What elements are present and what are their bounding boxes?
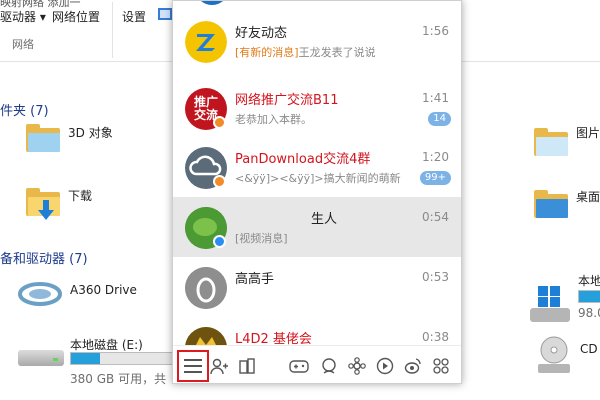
chat-name: L4D2 基佬会	[235, 332, 312, 345]
main-menu-button[interactable]	[177, 350, 209, 382]
system-properties-icon[interactable]	[158, 8, 172, 20]
drive-label: CD 驱	[580, 341, 600, 356]
weibo-icon[interactable]	[403, 356, 423, 376]
chat-name: 好友动态	[235, 26, 288, 41]
folder-label: 下载	[68, 188, 93, 203]
recent-chat-list[interactable]: 好友动态 [有新的消息]王龙发表了说说 1:56 推广 交流 网络推广交流B11 …	[173, 1, 461, 345]
ribbon-divider	[112, 2, 113, 58]
contact-badge-icon	[213, 235, 226, 248]
chat-item-pandownload-group[interactable]: PanDownload交流4群 <&ÿÿ]><&ÿÿ]>搞大新闻的萌新 1:20…	[173, 137, 461, 197]
chat-time: 1:56	[422, 24, 449, 38]
drives-section-header[interactable]: 备和驱动器 (7)	[0, 248, 88, 267]
settings-button[interactable]: 设置	[122, 8, 146, 25]
unread-count-badge: 14	[428, 112, 451, 126]
video-icon[interactable]	[375, 356, 395, 376]
group-badge-icon	[213, 116, 226, 129]
group-badge-icon	[213, 175, 226, 188]
app-grid-icon[interactable]	[431, 356, 451, 376]
qq-bottom-toolbar	[173, 345, 461, 383]
drive-label: 本地磁盘 (E:)	[70, 338, 143, 352]
drive-local-e[interactable]	[18, 344, 64, 366]
chat-item-gaogaoshou[interactable]: 高高手 0:53	[173, 257, 461, 317]
add-contact-icon[interactable]	[209, 356, 229, 376]
folder-3d-objects[interactable]: 3D 对象	[26, 124, 113, 152]
avatar[interactable]	[195, 1, 229, 5]
drive-usage-fill	[71, 353, 100, 364]
folder-label: 桌面	[576, 189, 600, 204]
drive-a360[interactable]: A360 Drive	[18, 276, 137, 312]
chat-time: 1:20	[422, 150, 449, 164]
folders-section-header[interactable]: 件夹 (7)	[0, 100, 49, 119]
chat-item-friends-feed[interactable]: 好友动态 [有新的消息]王龙发表了说说 1:56	[173, 11, 461, 71]
chat-time: 0:38	[422, 330, 449, 344]
folder-downloads[interactable]: 下载	[26, 188, 93, 220]
avatar	[185, 267, 227, 309]
chat-item-l4d2-group[interactable]: L4D2 基佬会 0:38	[173, 317, 461, 345]
chat-name: 高高手	[235, 272, 275, 287]
new-message-tag: [有新的消息]	[235, 46, 299, 59]
bbs-icon[interactable]	[347, 356, 367, 376]
chat-preview-text: 王龙发表了说说	[298, 46, 376, 59]
chat-item-stranger[interactable]: 生人 [视频消息] 0:54	[173, 197, 461, 257]
chat-time: 0:53	[422, 270, 449, 284]
chat-time: 1:41	[422, 91, 449, 105]
pictures-folder-icon	[534, 128, 568, 156]
chat-time: 0:54	[422, 210, 449, 224]
desktop-folder-icon	[534, 190, 568, 218]
drive-cd[interactable]: CD 驱	[536, 334, 600, 374]
pet-icon[interactable]	[319, 356, 339, 376]
chat-preview: [视频消息]	[235, 232, 288, 245]
drive-free-space: 380 GB 可用，共	[70, 372, 167, 386]
ribbon-group-label: 网络	[12, 38, 34, 51]
chat-name: PanDownload交流4群	[235, 152, 371, 167]
drive-usage-bar	[578, 290, 600, 303]
game-icon[interactable]	[289, 356, 309, 376]
app-box-icon[interactable]	[237, 356, 257, 376]
chat-name: 生人	[311, 212, 338, 227]
drive-free-space: 98.0	[578, 306, 600, 320]
avatar	[185, 327, 227, 345]
windows-drive-icon	[530, 286, 570, 322]
drive-label: A360 Drive	[70, 283, 137, 297]
map-drive-button[interactable]: 驱动器 ▾	[0, 8, 46, 25]
menu-icon	[184, 359, 202, 373]
a360-drive-icon	[18, 282, 62, 306]
hard-drive-icon	[18, 344, 64, 366]
chat-preview: 老恭加入本群。	[235, 113, 312, 126]
qq-main-panel: 好友动态 [有新的消息]王龙发表了说说 1:56 推广 交流 网络推广交流B11 …	[172, 0, 462, 384]
chat-preview: [有新的消息]王龙发表了说说	[235, 44, 405, 60]
folder-icon	[26, 124, 60, 152]
folder-pictures[interactable]: 图片	[534, 126, 600, 156]
folder-label: 图片	[576, 125, 600, 140]
drive-local-right[interactable]	[528, 284, 572, 324]
network-location-button[interactable]: 网络位置	[52, 8, 100, 25]
drive-label: 本地	[578, 274, 600, 288]
chat-item-network-promo-group[interactable]: 推广 交流 网络推广交流B11 老恭加入本群。 1:41 14	[173, 78, 461, 138]
unread-count-badge: 99+	[419, 171, 451, 185]
download-folder-icon	[26, 188, 60, 220]
drive-usage-bar	[70, 352, 174, 365]
chat-preview: <&ÿÿ]><&ÿÿ]>搞大新闻的萌新	[235, 172, 401, 185]
folder-desktop[interactable]: 桌面	[534, 190, 600, 218]
cd-drive-icon	[538, 336, 570, 373]
chat-name: 网络推广交流B11	[235, 93, 339, 108]
qzone-avatar-icon	[185, 21, 227, 63]
folder-label: 3D 对象	[68, 125, 113, 140]
